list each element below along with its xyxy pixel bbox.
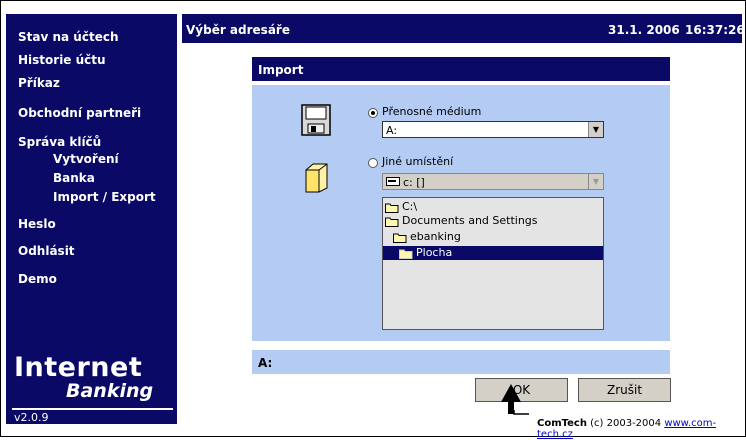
radio-removable-media-label: Přenosné médium: [382, 105, 482, 118]
sidebar-item-partners[interactable]: Obchodní partneři: [18, 106, 141, 120]
tree-item-plocha[interactable]: Plocha: [383, 246, 603, 260]
tree-item-label: C:\: [402, 200, 418, 213]
tree-item-ebanking[interactable]: ebanking: [393, 230, 461, 244]
sidebar-item-payment-order[interactable]: Příkaz: [18, 76, 60, 90]
cancel-button[interactable]: Zrušit: [578, 378, 671, 402]
selected-path-bar: A:: [252, 350, 670, 374]
sidebar-item-history[interactable]: Historie účtu: [18, 53, 106, 67]
brand-divider: [12, 408, 173, 410]
tree-item-c-drive[interactable]: C:\: [385, 200, 417, 214]
floppy-disk-icon: [301, 104, 331, 136]
brand-logo-banking: Banking: [66, 380, 154, 402]
sidebar-item-accounts[interactable]: Stav na účtech: [18, 30, 118, 44]
brand-logo-internet: Internet: [14, 352, 143, 383]
hard-drive-icon: [386, 177, 400, 186]
dialog-title: Import: [258, 63, 304, 77]
tree-item-label: Plocha: [416, 246, 453, 259]
open-folder-icon: [393, 233, 407, 243]
radio-other-location-label: Jiné umístění: [382, 155, 454, 168]
dialog-header: Import: [252, 57, 670, 81]
tree-item-documents[interactable]: Documents and Settings: [385, 214, 538, 228]
sidebar-item-password[interactable]: Heslo: [18, 217, 56, 231]
tree-item-label: ebanking: [410, 230, 461, 243]
header-time: 16:37:26: [685, 23, 745, 37]
sidebar-item-create[interactable]: Vytvoření: [53, 152, 119, 166]
open-folder-icon: [305, 163, 328, 193]
open-folder-icon: [399, 249, 413, 259]
sidebar-item-key-management[interactable]: Správa klíčů: [18, 135, 101, 149]
removable-drive-select[interactable]: A: ▼: [382, 121, 604, 138]
folder-tree[interactable]: C:\ Documents and Settings ebanking Ploc…: [382, 197, 604, 330]
page-title: Výběr adresáře: [186, 23, 290, 37]
chevron-down-icon[interactable]: ▼: [588, 174, 603, 189]
drive-select[interactable]: c: [] ▼: [382, 173, 604, 190]
sidebar-item-logout[interactable]: Odhlásit: [18, 244, 75, 258]
drive-select-value: c: []: [403, 176, 425, 189]
header-date: 31.1. 2006: [608, 23, 680, 37]
footer-company: ComTech: [537, 418, 587, 429]
selected-path: A:: [258, 356, 273, 370]
tree-item-label: Documents and Settings: [402, 214, 538, 227]
open-folder-icon: [385, 217, 399, 227]
radio-other-location[interactable]: [368, 158, 378, 168]
sidebar-item-import-export[interactable]: Import / Export: [53, 190, 156, 204]
sidebar-item-demo[interactable]: Demo: [18, 272, 57, 286]
open-folder-icon: [385, 203, 399, 213]
footer-copyright: (c) 2003-2004: [590, 418, 662, 429]
mouse-cursor-icon: [501, 384, 529, 415]
radio-removable-media[interactable]: [368, 108, 378, 118]
version-label: v2.0.9: [14, 411, 49, 424]
header-bar: Výběr adresáře 31.1. 2006 16:37:26: [182, 14, 745, 43]
sidebar: Stav na účtech Historie účtu Příkaz Obch…: [6, 14, 177, 424]
sidebar-item-bank[interactable]: Banka: [53, 171, 95, 185]
chevron-down-icon[interactable]: ▼: [588, 122, 603, 137]
removable-drive-value: A:: [386, 124, 398, 137]
